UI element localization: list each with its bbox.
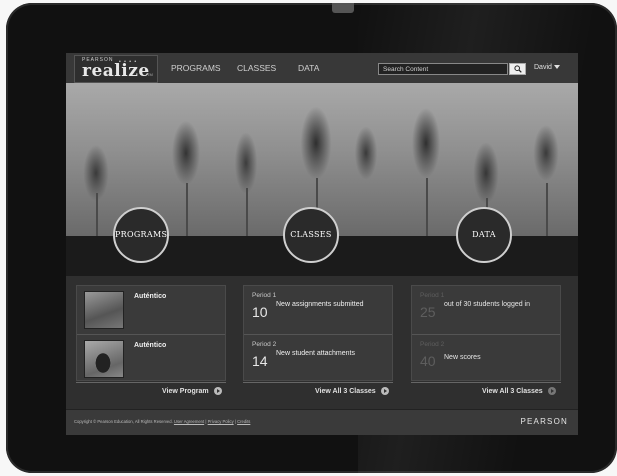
period-label: Period 2 — [420, 341, 445, 348]
flower-stem — [426, 178, 428, 236]
count-value: 10 — [252, 304, 268, 320]
tablet-button — [332, 3, 354, 13]
programs-circle-button[interactable]: PROGRAMS — [113, 207, 169, 263]
nav-data[interactable]: DATA — [298, 53, 319, 83]
classes-panel: Period 1 10 New assignments submitted Pe… — [243, 285, 393, 381]
program-item[interactable]: Auténtico — [77, 286, 225, 333]
view-program-label: View Program — [162, 388, 209, 395]
period-label: Period 1 — [420, 292, 445, 299]
count-value: 25 — [420, 304, 436, 320]
pearson-logo: PEARSON — [520, 417, 568, 426]
count-description: New student attachments — [276, 350, 355, 357]
search-button[interactable] — [509, 63, 526, 75]
top-navigation-bar: PEARSON • • • • realize TM PROGRAMS CLAS… — [66, 53, 578, 84]
class-item[interactable]: Period 1 10 New assignments submitted — [244, 286, 392, 333]
program-thumbnail — [84, 291, 124, 329]
flower-stem — [96, 193, 98, 236]
view-all-classes-label: View All 3 Classes — [315, 388, 376, 395]
count-description: out of 30 students logged in — [444, 301, 531, 308]
user-menu[interactable]: David — [534, 53, 560, 83]
user-agreement-link[interactable]: User Agreement — [174, 419, 204, 424]
count-value: 14 — [252, 353, 268, 369]
arrow-right-icon — [380, 387, 389, 396]
period-label: Period 1 — [252, 292, 277, 299]
footer-copyright: Copyright © Pearson Education, All Right… — [74, 419, 251, 424]
class-item[interactable]: Period 2 14 New student attachments — [244, 334, 392, 382]
count-value: 40 — [420, 353, 436, 369]
flower-stem — [186, 183, 188, 236]
search-icon — [514, 65, 522, 73]
app-screen: PEARSON • • • • realize TM PROGRAMS CLAS… — [66, 53, 578, 435]
flower-stem — [546, 183, 548, 236]
nav-classes[interactable]: CLASSES — [237, 53, 276, 83]
logo-tm: TM — [147, 72, 153, 77]
copyright-text: Copyright © Pearson Education, All Right… — [74, 419, 173, 424]
divider — [411, 382, 561, 383]
chevron-down-icon — [553, 65, 560, 70]
user-name: David — [534, 64, 552, 71]
view-all-classes-link[interactable]: View All 3 Classes — [315, 386, 389, 398]
tablet-frame: PEARSON • • • • realize TM PROGRAMS CLAS… — [6, 3, 617, 473]
arrow-right-icon — [547, 387, 556, 396]
data-item[interactable]: Period 1 25 out of 30 students logged in — [412, 286, 560, 333]
logo-realize-text: realize — [82, 61, 150, 81]
program-title: Auténtico — [134, 342, 167, 349]
flower-stem — [246, 188, 248, 236]
programs-panel: Auténtico Auténtico — [76, 285, 226, 381]
nav-programs[interactable]: PROGRAMS — [171, 53, 221, 83]
classes-circle-button[interactable]: CLASSES — [283, 207, 339, 263]
view-program-link[interactable]: View Program — [162, 386, 222, 398]
arrow-right-icon — [213, 387, 222, 396]
privacy-policy-link[interactable]: Privacy Policy — [208, 419, 234, 424]
search-input[interactable] — [383, 64, 493, 74]
program-item[interactable]: Auténtico — [77, 334, 225, 382]
period-label: Period 2 — [252, 341, 277, 348]
view-all-data-label: View All 3 Classes — [482, 388, 543, 395]
view-all-data-link[interactable]: View All 3 Classes — [482, 386, 556, 398]
realize-logo[interactable]: PEARSON • • • • realize TM — [74, 55, 158, 83]
credits-link[interactable]: Credits — [237, 419, 250, 424]
divider — [76, 382, 226, 383]
data-panel: Period 1 25 out of 30 students logged in… — [411, 285, 561, 381]
program-thumbnail — [84, 340, 124, 378]
count-description: New assignments submitted — [276, 301, 364, 308]
program-title: Auténtico — [134, 293, 167, 300]
data-item[interactable]: Period 2 40 New scores — [412, 334, 560, 382]
search-box — [378, 63, 508, 75]
count-description: New scores — [444, 354, 481, 361]
footer: Copyright © Pearson Education, All Right… — [66, 409, 578, 435]
divider — [243, 382, 393, 383]
data-circle-button[interactable]: DATA — [456, 207, 512, 263]
